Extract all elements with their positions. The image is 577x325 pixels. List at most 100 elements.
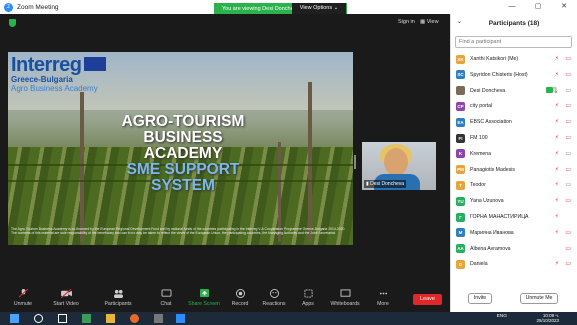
slide-subtitle-line: SME SUPPORT (126, 161, 240, 178)
clock-date: 25/10/2023 (536, 318, 559, 323)
video-camera-off-icon (60, 289, 72, 298)
camera-off-icon: ▭ (565, 166, 571, 173)
leave-button[interactable]: Leave (413, 294, 442, 305)
microphone-muted-icon: ⚡ (554, 166, 559, 173)
participant-search-input[interactable] (455, 36, 572, 48)
microphone-muted-icon: ⚡ (554, 214, 559, 220)
avatar: FI (456, 133, 465, 143)
participants-header: ⌄ Participants (18) (451, 14, 577, 32)
view-options-button[interactable]: View Options ⌄ (292, 3, 346, 14)
participant-row[interactable]: Desi Doncheva 🎙 ▭ (451, 84, 577, 98)
slide-title-line: BUSINESS (143, 129, 223, 146)
participant-row[interactable]: FI FM 100 ⚡ ▭ (451, 131, 577, 145)
avatar: SC (456, 70, 465, 80)
search-icon[interactable] (34, 314, 43, 323)
camera-off-icon: ▭ (565, 245, 571, 252)
participant-row[interactable]: SC Spyridon Chisteris (Host) ⚡ ▭ (451, 68, 577, 82)
record-button[interactable]: Record (229, 285, 251, 312)
chat-button[interactable]: Chat (155, 285, 177, 312)
more-icon (379, 292, 387, 295)
sign-in-link[interactable]: Sign in (398, 19, 415, 25)
participant-row[interactable]: T Teodor ⚡ ▭ (451, 178, 577, 192)
participant-row[interactable]: EA EBSC Association ⚡ ▭ (451, 115, 577, 129)
microphone-muted-icon: ⚡ (554, 71, 559, 78)
shared-screen[interactable]: Interreg Greece-Bulgaria Agro Business A… (8, 52, 353, 245)
vine-post (80, 92, 84, 242)
apps-label: Apps (302, 301, 314, 307)
participant-row[interactable]: K Kremena ⚡ ▭ (451, 147, 577, 161)
avatar: Г (456, 212, 465, 222)
chat-icon (161, 289, 171, 297)
avatar: M (456, 228, 465, 238)
share-screen-button[interactable]: Share Screen (186, 285, 222, 312)
apps-button[interactable]: Apps (299, 285, 317, 312)
camera-off-icon: ▭ (565, 71, 571, 78)
whiteboards-button[interactable]: Whiteboards (328, 285, 362, 312)
zoom-taskbar-icon[interactable] (176, 314, 185, 323)
language-indicator[interactable]: ENG (497, 314, 507, 319)
avatar: AA (456, 244, 465, 254)
store-icon[interactable] (82, 314, 91, 323)
clock[interactable]: 10:09 ч. 25/10/2023 (536, 313, 559, 323)
participant-row[interactable]: D Daniela ⚡ ▭ (451, 257, 577, 271)
minimize-button[interactable]: — (499, 0, 525, 14)
chat-label: Chat (160, 301, 172, 307)
invite-button[interactable]: Invite (468, 293, 492, 304)
reactions-button[interactable]: Reactions (259, 285, 289, 312)
view-button[interactable]: ▦ View (420, 19, 439, 25)
participant-name: ГОРНА МАНАСТИРИЦА (470, 214, 529, 220)
maximize-button[interactable]: ▢ (525, 0, 551, 14)
participant-row[interactable]: M Марияна Иванова ⚡ ▭ (451, 226, 577, 240)
avatar: EA (456, 117, 465, 127)
security-shield-icon[interactable] (9, 19, 16, 27)
unmute-button[interactable]: Unmute (8, 285, 38, 312)
reactions-icon (269, 289, 279, 298)
microphone-muted-icon: ⚡ (554, 261, 559, 268)
firefox-icon[interactable] (130, 314, 139, 323)
zoom-logo-icon: z (4, 2, 13, 12)
participant-row[interactable]: AA Albena Avramova ▭ (451, 242, 577, 256)
unmute-me-button[interactable]: Unmute Me (520, 293, 558, 304)
more-button[interactable]: More (373, 285, 393, 312)
camera-off-icon: ▭ (565, 119, 571, 126)
participant-row[interactable]: XK Xanthi Katsikori (Me) ⚡ ▭ (451, 52, 577, 66)
vine-post (308, 82, 312, 242)
microphone-icon: 🎙 (551, 87, 559, 94)
microphone-muted-icon: ⚡ (554, 229, 559, 236)
participant-name: Panagiotis Madesis (470, 166, 515, 173)
participants-label: Participants (104, 301, 132, 307)
microphone-muted-icon: ⚡ (554, 119, 559, 126)
avatar: D (456, 259, 465, 269)
meeting-toolbar: Unmute Start Video Participants Chat Sha… (0, 285, 450, 312)
slide-title: AGRO-TOURISM BUSINESS ACADEMY SME SUPPOR… (88, 114, 278, 194)
brand-sub2: Agro Business Academy (11, 84, 98, 93)
microphone-muted-icon: ⚡ (554, 198, 559, 205)
file-explorer-icon[interactable] (106, 314, 115, 323)
eu-flag-icon (84, 57, 107, 71)
microphone-muted-icon (18, 289, 28, 298)
reactions-label: Reactions (262, 301, 286, 307)
record-label: Record (231, 301, 249, 307)
participant-name: Spyridon Chisteris (Host) (470, 71, 528, 78)
panel-resize-handle[interactable] (354, 155, 356, 169)
participant-name: Albena Avramova (470, 245, 511, 252)
participants-button[interactable]: Participants (98, 285, 138, 312)
participants-panel: ⌄ Participants (18) XK Xanthi Katsikori (… (450, 14, 577, 312)
close-button[interactable]: ✕ (551, 0, 577, 14)
participant-row[interactable]: PM Panagiotis Madesis ⚡ ▭ (451, 163, 577, 177)
video-name: Desi Doncheva (370, 181, 405, 187)
video-name-label: ▮ Desi Doncheva (364, 180, 407, 188)
participant-row[interactable]: Г ГОРНА МАНАСТИРИЦА ⚡ (451, 210, 577, 224)
camera-off-icon: ▭ (565, 135, 571, 141)
app-icon[interactable] (154, 314, 163, 323)
collapse-chevron-icon[interactable]: ⌄ (457, 18, 462, 25)
start-video-button[interactable]: Start Video (48, 285, 84, 312)
windows-start-icon[interactable] (10, 314, 19, 323)
participants-title: Participants (18) (488, 19, 540, 27)
participant-row[interactable]: CP city portal ⚡ ▭ (451, 99, 577, 113)
task-view-icon[interactable] (58, 314, 67, 323)
participant-row[interactable]: YU Yana Uzunova ⚡ ▭ (451, 194, 577, 208)
microphone-muted-icon: ⚡ (554, 150, 559, 157)
participant-video[interactable]: ▮ Desi Doncheva (362, 142, 436, 190)
participant-name: Yana Uzunova (470, 198, 504, 205)
